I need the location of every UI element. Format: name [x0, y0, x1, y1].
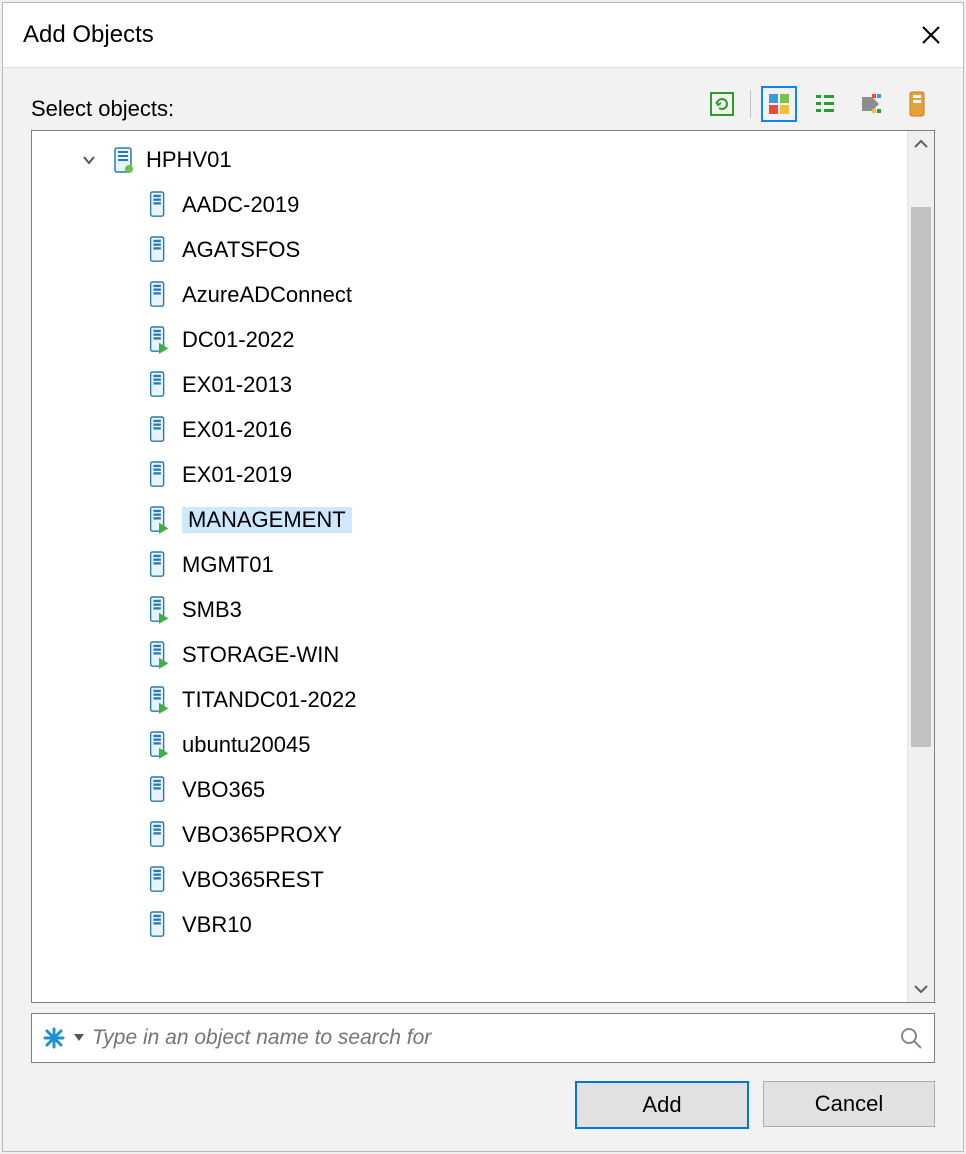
tree-vm-node[interactable]: EX01-2016	[32, 407, 934, 452]
tree-vm-label: SMB3	[182, 599, 242, 621]
tree-vm-node[interactable]: AGATSFOS	[32, 227, 934, 272]
vm-running-icon	[146, 324, 172, 356]
search-filter-button[interactable]	[40, 1024, 68, 1052]
search-button[interactable]	[894, 1021, 928, 1055]
add-objects-dialog: Add Objects Select objects:	[2, 2, 964, 1152]
tree-vm-label: DC01-2022	[182, 329, 295, 351]
close-button[interactable]	[911, 15, 951, 55]
tree-vm-node[interactable]: AzureADConnect	[32, 272, 934, 317]
cancel-button[interactable]: Cancel	[763, 1081, 935, 1127]
view-vmlist-button[interactable]	[807, 86, 843, 122]
vm-icon	[146, 909, 172, 941]
chevron-down-icon	[914, 984, 928, 994]
tree-vm-label: AADC-2019	[182, 194, 299, 216]
vm-icon	[146, 459, 172, 491]
vm-icon	[146, 774, 172, 806]
asterisk-icon	[43, 1027, 65, 1049]
tree-vm-label: MGMT01	[182, 554, 274, 576]
vm-list-icon	[812, 91, 838, 117]
view-datastore-button[interactable]	[899, 86, 935, 122]
tree-vm-label: ubuntu20045	[182, 734, 310, 756]
hosts-clusters-icon	[766, 91, 792, 117]
tree-vm-node[interactable]: MGMT01	[32, 542, 934, 587]
cancel-button-label: Cancel	[815, 1091, 883, 1117]
tree-vm-node[interactable]: MANAGEMENT	[32, 497, 934, 542]
tree-vm-label: STORAGE-WIN	[182, 644, 339, 666]
dropdown-caret-icon	[74, 1034, 84, 1042]
vm-running-icon	[146, 684, 172, 716]
toolbar-separator	[750, 90, 751, 118]
dialog-title: Add Objects	[23, 21, 154, 49]
object-tree: HPHV01 AADC-2019 AGATSFOS AzureADConnect…	[31, 130, 935, 1003]
tree-vm-label: AGATSFOS	[182, 239, 300, 261]
tree-vm-node[interactable]: AADC-2019	[32, 182, 934, 227]
tree-vm-label: EX01-2013	[182, 374, 292, 396]
view-hostsclusters-button[interactable]	[761, 86, 797, 122]
tree-vm-label: VBR10	[182, 914, 252, 936]
view-toolbar	[704, 86, 935, 122]
vm-icon	[146, 369, 172, 401]
add-button-label: Add	[642, 1092, 681, 1118]
vm-icon	[146, 234, 172, 266]
header-row: Select objects:	[31, 86, 935, 122]
vm-running-icon	[146, 504, 172, 536]
expand-toggle[interactable]	[80, 151, 98, 169]
tags-icon	[858, 91, 884, 117]
vm-icon	[146, 864, 172, 896]
refresh-button[interactable]	[704, 86, 740, 122]
tree-vm-node[interactable]: STORAGE-WIN	[32, 632, 934, 677]
vm-icon	[146, 189, 172, 221]
tree-vm-node[interactable]: VBO365	[32, 767, 934, 812]
vm-running-icon	[146, 639, 172, 671]
tree-vm-node[interactable]: DC01-2022	[32, 317, 934, 362]
tree-host-label: HPHV01	[146, 149, 232, 171]
tree-vm-label: EX01-2016	[182, 419, 292, 441]
tree-scrollbar[interactable]	[907, 131, 934, 1002]
search-row	[31, 1013, 935, 1063]
tree-vm-node[interactable]: VBO365REST	[32, 857, 934, 902]
select-objects-label: Select objects:	[31, 96, 174, 122]
dialog-body: Select objects:	[3, 67, 963, 1151]
vm-running-icon	[146, 729, 172, 761]
tree-vm-label: EX01-2019	[182, 464, 292, 486]
close-icon	[921, 25, 941, 45]
titlebar: Add Objects	[3, 3, 963, 67]
tree-vm-node[interactable]: VBR10	[32, 902, 934, 947]
tree-vm-node[interactable]: EX01-2013	[32, 362, 934, 407]
vm-icon	[146, 549, 172, 581]
tree-vm-node[interactable]: EX01-2019	[32, 452, 934, 497]
tree-vm-node[interactable]: TITANDC01-2022	[32, 677, 934, 722]
vm-icon	[146, 819, 172, 851]
scroll-track[interactable]	[908, 157, 934, 976]
refresh-icon	[709, 91, 735, 117]
host-icon	[110, 144, 136, 176]
view-tags-button[interactable]	[853, 86, 889, 122]
scroll-thumb[interactable]	[911, 207, 931, 747]
search-input[interactable]	[90, 1025, 888, 1051]
scroll-up-button[interactable]	[908, 131, 934, 157]
tree-vm-label: VBO365	[182, 779, 265, 801]
vm-icon	[146, 414, 172, 446]
tree-vm-label: MANAGEMENT	[182, 507, 352, 533]
tree-vm-node[interactable]: ubuntu20045	[32, 722, 934, 767]
tree-host-node[interactable]: HPHV01	[32, 137, 934, 182]
tree-vm-node[interactable]: SMB3	[32, 587, 934, 632]
add-button[interactable]: Add	[575, 1081, 749, 1129]
datastore-icon	[905, 89, 929, 119]
tree-vm-label: TITANDC01-2022	[182, 689, 356, 711]
vm-running-icon	[146, 594, 172, 626]
chevron-up-icon	[914, 139, 928, 149]
dialog-buttons: Add Cancel	[31, 1063, 935, 1151]
search-icon	[899, 1026, 923, 1050]
tree-vm-label: AzureADConnect	[182, 284, 352, 306]
tree-vm-node[interactable]: VBO365PROXY	[32, 812, 934, 857]
vm-icon	[146, 279, 172, 311]
tree-vm-label: VBO365PROXY	[182, 824, 342, 846]
scroll-down-button[interactable]	[908, 976, 934, 1002]
tree-vm-label: VBO365REST	[182, 869, 324, 891]
